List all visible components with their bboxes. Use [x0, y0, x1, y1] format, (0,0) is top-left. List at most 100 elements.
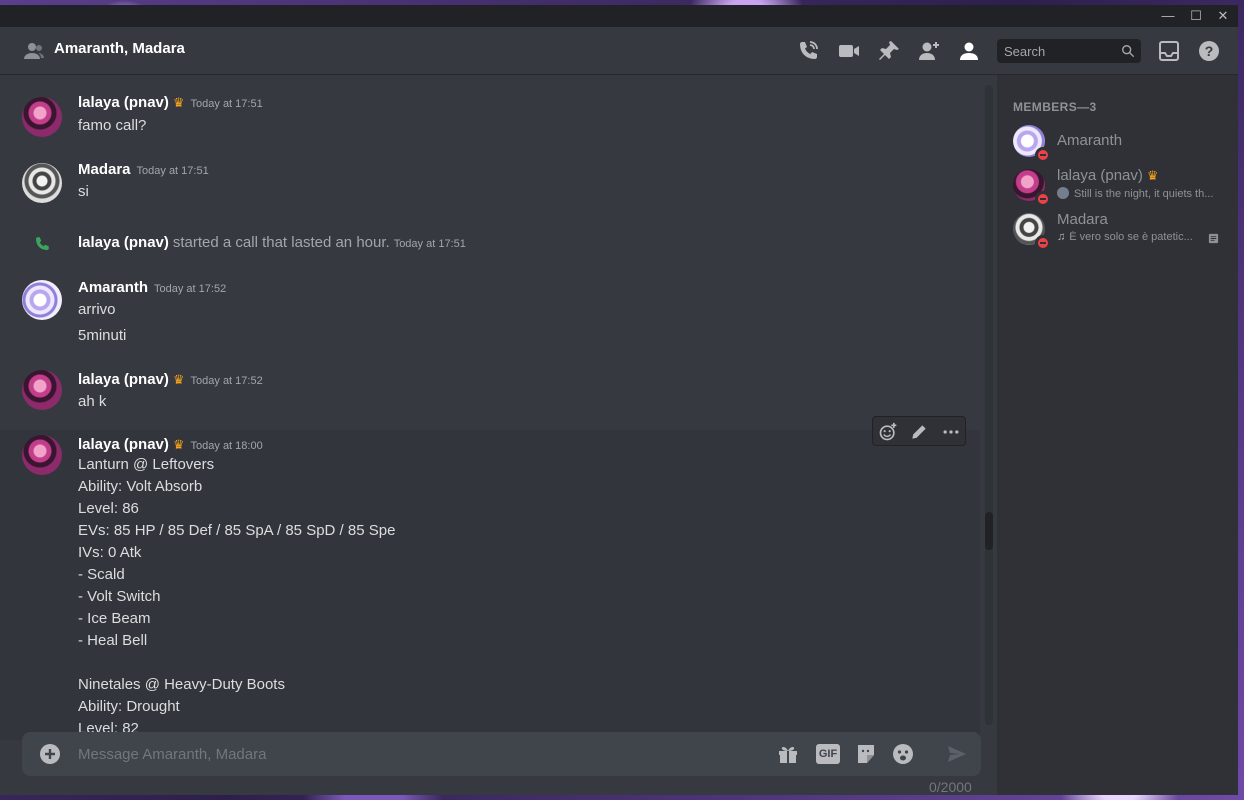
dnd-status-icon — [1035, 235, 1051, 251]
member-name: Amaranth — [1057, 132, 1123, 149]
minimize-button[interactable]: — — [1154, 5, 1182, 27]
discord-window: — ☐ ✕ Amaranth, Madara Search ? lalaya (… — [0, 5, 1238, 795]
message-text: 5minuti — [78, 327, 127, 344]
message-timestamp: Today at 17:51 — [136, 165, 209, 177]
message-line: EVs: 85 HP / 85 Def / 85 SpA / 85 SpD / … — [78, 522, 396, 539]
message-author[interactable]: lalaya (pnav) ♛ Today at 18:00 — [78, 436, 263, 453]
member-name: lalaya (pnav) — [1057, 167, 1143, 184]
message: Madara Today at 17:51 si — [0, 156, 980, 206]
message-line: Ability: Drought — [78, 698, 180, 715]
member-status-row: ♫ É vero solo se è patetic... — [1057, 231, 1202, 243]
message-author[interactable]: Madara Today at 17:51 — [78, 161, 209, 178]
inbox-icon[interactable] — [1157, 39, 1181, 63]
search-input[interactable] — [997, 39, 1122, 63]
search-box[interactable] — [997, 39, 1141, 63]
message-author[interactable]: lalaya (pnav) ♛ Today at 17:51 — [78, 94, 263, 111]
sticker-icon[interactable] — [854, 742, 878, 766]
message-text: arrivo — [78, 301, 116, 318]
emoji-icon[interactable] — [891, 742, 915, 766]
edit-icon[interactable] — [909, 422, 929, 442]
message-author[interactable]: lalaya (pnav) ♛ Today at 17:52 — [78, 371, 263, 388]
member-item-lalaya[interactable]: lalaya (pnav) ♛ Still is the night, it qu… — [1005, 164, 1230, 207]
maximize-button[interactable]: ☐ — [1182, 5, 1210, 27]
people-icon — [24, 43, 44, 59]
svg-text:?: ? — [1205, 43, 1214, 59]
upload-plus-icon[interactable] — [38, 742, 62, 766]
avatar[interactable] — [22, 97, 62, 137]
message: Amaranth Today at 17:52 arrivo 5minuti — [0, 273, 980, 349]
dnd-status-icon — [1035, 191, 1051, 207]
channel-header: Amaranth, Madara Search ? — [0, 27, 1238, 75]
message-input[interactable] — [78, 732, 758, 776]
add-friend-icon[interactable] — [917, 39, 941, 63]
member-list-heading: MEMBERS—3 — [1013, 100, 1097, 114]
more-options-icon[interactable] — [941, 422, 961, 442]
author-name[interactable]: Amaranth — [78, 279, 148, 296]
member-item-madara[interactable]: Madara ♫ É vero solo se è patetic... — [1005, 208, 1230, 251]
crown-icon: ♛ — [172, 95, 185, 110]
message-author[interactable]: Amaranth Today at 17:52 — [78, 279, 226, 296]
member-list: MEMBERS—3 Amaranth lalaya (pnav) ♛ Still … — [997, 75, 1238, 795]
message-line: Ninetales @ Heavy-Duty Boots — [78, 676, 285, 693]
message-timestamp: Today at 17:52 — [190, 375, 263, 387]
close-button[interactable]: ✕ — [1209, 5, 1237, 27]
activity-icon — [1208, 233, 1219, 244]
message-line: - Volt Switch — [78, 588, 161, 605]
message-timestamp: Today at 18:00 — [190, 440, 263, 452]
crown-icon: ♛ — [1146, 168, 1159, 183]
message: lalaya (pnav) ♛ Today at 17:52 ah k — [0, 363, 980, 413]
member-name: Madara — [1057, 211, 1108, 228]
crown-icon: ♛ — [172, 372, 185, 387]
scrollbar-track[interactable] — [985, 85, 993, 725]
message-timestamp: Today at 17:52 — [154, 283, 227, 295]
author-name[interactable]: lalaya (pnav) — [78, 371, 169, 388]
search-icon — [1122, 45, 1135, 58]
phone-icon — [36, 237, 49, 250]
call-icon[interactable] — [796, 39, 820, 63]
avatar[interactable] — [22, 435, 62, 475]
dnd-status-icon — [1035, 147, 1051, 163]
message: lalaya (pnav) ♛ Today at 17:51 famo call? — [0, 90, 980, 140]
call-system-message: lalaya (pnav) started a call that lasted … — [0, 230, 980, 258]
member-name-row: lalaya (pnav) ♛ — [1057, 167, 1159, 184]
message-line: Lanturn @ Leftovers — [78, 456, 215, 473]
author-name[interactable]: Madara — [78, 161, 131, 178]
send-icon[interactable] — [945, 742, 969, 766]
crown-icon: ♛ — [172, 437, 185, 452]
scrollbar-thumb[interactable] — [985, 512, 993, 550]
video-icon[interactable] — [837, 39, 861, 63]
member-item-amaranth[interactable]: Amaranth — [1005, 120, 1230, 163]
avatar[interactable] — [22, 280, 62, 320]
system-text: lalaya (pnav) started a call that lasted … — [78, 234, 466, 252]
character-counter: 0/2000 — [929, 779, 972, 795]
message-timestamp: Today at 17:51 — [190, 98, 263, 110]
message-line: - Heal Bell — [78, 632, 148, 649]
message-line: Ability: Volt Absorb — [78, 478, 203, 495]
message-text: ah k — [78, 393, 107, 410]
message-list[interactable]: lalaya (pnav) ♛ Today at 17:51 famo call? … — [0, 75, 997, 795]
pin-icon[interactable] — [877, 39, 901, 63]
page-title: Amaranth, Madara — [54, 40, 185, 57]
music-note-icon: ♫ — [1057, 231, 1066, 243]
author-name[interactable]: lalaya (pnav) — [78, 234, 169, 251]
message: lalaya (pnav) ♛ Today at 18:00 Lanturn @ L… — [0, 430, 980, 740]
message-text: si — [78, 183, 89, 200]
message-text: famo call? — [78, 117, 147, 134]
member-custom-status: É vero solo se è patetic... — [1069, 231, 1193, 243]
author-name[interactable]: lalaya (pnav) — [78, 94, 169, 111]
add-reaction-icon[interactable] — [878, 422, 898, 442]
message-composer: GIF — [22, 732, 981, 776]
avatar[interactable] — [22, 370, 62, 410]
message-line: IVs: 0 Atk — [78, 544, 142, 561]
gift-icon[interactable] — [776, 742, 800, 766]
member-status-row: Still is the night, it quiets th... — [1057, 187, 1222, 200]
call-description: started a call that lasted an hour. — [172, 234, 390, 251]
author-name[interactable]: lalaya (pnav) — [78, 436, 169, 453]
status-emoji-icon — [1057, 187, 1069, 199]
member-custom-status: Still is the night, it quiets th... — [1074, 188, 1214, 200]
message-line: - Ice Beam — [78, 610, 151, 627]
member-list-icon[interactable] — [957, 39, 981, 63]
avatar[interactable] — [22, 163, 62, 203]
help-icon[interactable]: ? — [1197, 39, 1221, 63]
gif-button[interactable]: GIF — [816, 744, 840, 764]
